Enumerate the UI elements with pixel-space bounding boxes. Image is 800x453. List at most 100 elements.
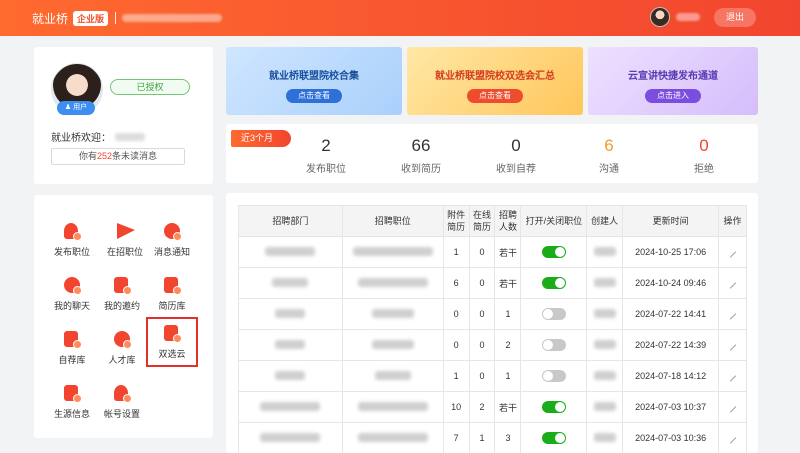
quick-item-post-job[interactable]: 发布职位 (48, 223, 96, 258)
quick-item-talent-pool[interactable]: 人才库 (98, 331, 146, 366)
quick-item-my-invitations[interactable]: 我的邀约 (98, 277, 146, 312)
attach-cell: 0 (442, 329, 470, 361)
quick-item-resume-library[interactable]: 简历库 (148, 277, 196, 312)
quick-label: 在招职位 (106, 247, 143, 257)
position-blurred (357, 277, 428, 287)
job-open-toggle[interactable] (541, 370, 566, 382)
quick-item-student-source[interactable]: 生源信息 (48, 385, 96, 420)
table-row: 1 0 1 2024-07-18 14:12 (238, 360, 747, 392)
quick-item-notifications[interactable]: 消息通知 (148, 223, 196, 258)
stat-received-self-recommend[interactable]: 0 收到自荐 (476, 136, 556, 175)
attach-cell: 10 (442, 391, 470, 423)
position-cell[interactable] (341, 422, 444, 453)
col-header: 创建人 (586, 205, 624, 237)
position-cell[interactable] (341, 360, 444, 392)
col-header: 附件简历 (442, 205, 470, 237)
quick-item-active-jobs[interactable]: 在招职位 (101, 223, 149, 258)
dept-cell (238, 391, 343, 423)
edit-icon[interactable] (729, 406, 736, 413)
edit-icon[interactable] (729, 282, 736, 289)
quick-label: 人才库 (108, 355, 136, 365)
quick-item-self-recommend[interactable]: 自荐库 (48, 331, 96, 366)
quick-item-my-chat[interactable]: 我的聊天 (48, 277, 96, 312)
quick-label: 发布职位 (53, 247, 90, 257)
banner-title: 云宣讲快捷发布通道 (628, 71, 718, 82)
position-blurred (371, 308, 414, 318)
quick-label: 帐号设置 (103, 409, 140, 419)
banner-cloud-presentation[interactable]: 云宣讲快捷发布通道 点击进入 (588, 47, 758, 115)
stat-received-resumes[interactable]: 66 收到简历 (381, 136, 461, 175)
position-cell[interactable] (341, 267, 444, 299)
updated-cell: 2024-07-03 10:37 (622, 391, 720, 423)
invitation-icon (112, 277, 132, 295)
col-header: 在线简历 (468, 205, 496, 237)
creator-cell (586, 360, 624, 392)
banner-alliance-schools[interactable]: 就业桥联盟院校合集 点击查看 (226, 47, 402, 115)
banner-enter-button[interactable]: 点击进入 (645, 89, 701, 103)
quick-item-account-settings[interactable]: 帐号设置 (98, 385, 146, 420)
edit-icon[interactable] (729, 375, 736, 382)
dept-cell (238, 236, 343, 268)
table-row: 1 0 若干 2024-10-25 17:06 (238, 236, 747, 268)
creator-blurred (593, 339, 616, 349)
quick-item-double-selection[interactable]: 双选云 (146, 317, 198, 367)
quick-label: 简历库 (158, 301, 186, 311)
toggle-cell (520, 360, 588, 392)
student-source-icon (62, 385, 82, 403)
unread-messages[interactable]: 你有252条未读消息 (51, 148, 185, 165)
position-cell[interactable] (341, 236, 444, 268)
job-open-toggle[interactable] (541, 308, 566, 320)
job-open-toggle[interactable] (541, 432, 566, 444)
col-header: 更新时间 (622, 205, 720, 237)
count-cell: 若干 (494, 391, 522, 423)
logout-button[interactable]: 退出 (714, 8, 756, 27)
position-cell[interactable] (341, 391, 444, 423)
unread-count: 252 (96, 151, 113, 161)
updated-cell: 2024-07-18 14:12 (622, 360, 720, 392)
user-tag-label: 用户 (73, 104, 88, 111)
banner-job-fairs[interactable]: 就业桥联盟院校双选会汇总 点击查看 (407, 47, 583, 115)
stat-rejected[interactable]: 0 拒绝 (664, 136, 744, 175)
col-header: 打开/关闭职位 (520, 205, 588, 237)
col-header: 招聘部门 (238, 205, 343, 237)
attach-cell: 1 (442, 236, 470, 268)
toggle-cell (520, 267, 588, 299)
edit-icon[interactable] (729, 344, 736, 351)
creator-blurred (593, 370, 616, 380)
edit-icon[interactable] (729, 251, 736, 258)
online-cell: 2 (468, 391, 496, 423)
job-open-toggle[interactable] (541, 401, 566, 413)
col-header: 操作 (718, 205, 747, 237)
count-cell: 2 (494, 329, 522, 361)
online-cell: 0 (468, 360, 496, 392)
job-open-toggle[interactable] (541, 277, 566, 289)
quick-label: 我的邀约 (103, 301, 140, 311)
position-cell[interactable] (341, 298, 444, 330)
quick-label: 消息通知 (153, 247, 190, 257)
quick-menu: 发布职位 在招职位 消息通知 我的聊天 我的邀约 简历库 自荐库 人才库 双选云… (34, 195, 213, 438)
period-tag: 近3个月 (231, 130, 291, 147)
position-cell[interactable] (341, 329, 444, 361)
profile-card: ♟ 用户 已授权 就业桥欢迎： 你有252条未读消息 (34, 47, 213, 184)
job-open-toggle[interactable] (541, 246, 566, 258)
job-open-toggle[interactable] (541, 339, 566, 351)
position-blurred (357, 432, 428, 442)
stat-posted-jobs[interactable]: 2 发布职位 (286, 136, 366, 175)
post-job-icon (62, 223, 82, 241)
edit-icon[interactable] (729, 437, 736, 444)
table-row: 0 0 2 2024-07-22 14:39 (238, 329, 747, 361)
welcome-label: 就业桥欢迎： (51, 133, 111, 144)
updated-cell: 2024-07-22 14:39 (622, 329, 720, 361)
dept-blurred (265, 246, 316, 256)
stat-label: 拒绝 (694, 164, 714, 175)
stat-communication[interactable]: 6 沟通 (569, 136, 649, 175)
count-cell: 1 (494, 360, 522, 392)
header-avatar[interactable] (650, 7, 670, 27)
edit-icon[interactable] (729, 313, 736, 320)
banner-view-button[interactable]: 点击查看 (286, 89, 342, 103)
banner-view-button[interactable]: 点击查看 (467, 89, 523, 103)
action-cell (718, 360, 747, 392)
count-cell: 若干 (494, 236, 522, 268)
position-blurred (371, 339, 414, 349)
creator-blurred (593, 246, 616, 256)
